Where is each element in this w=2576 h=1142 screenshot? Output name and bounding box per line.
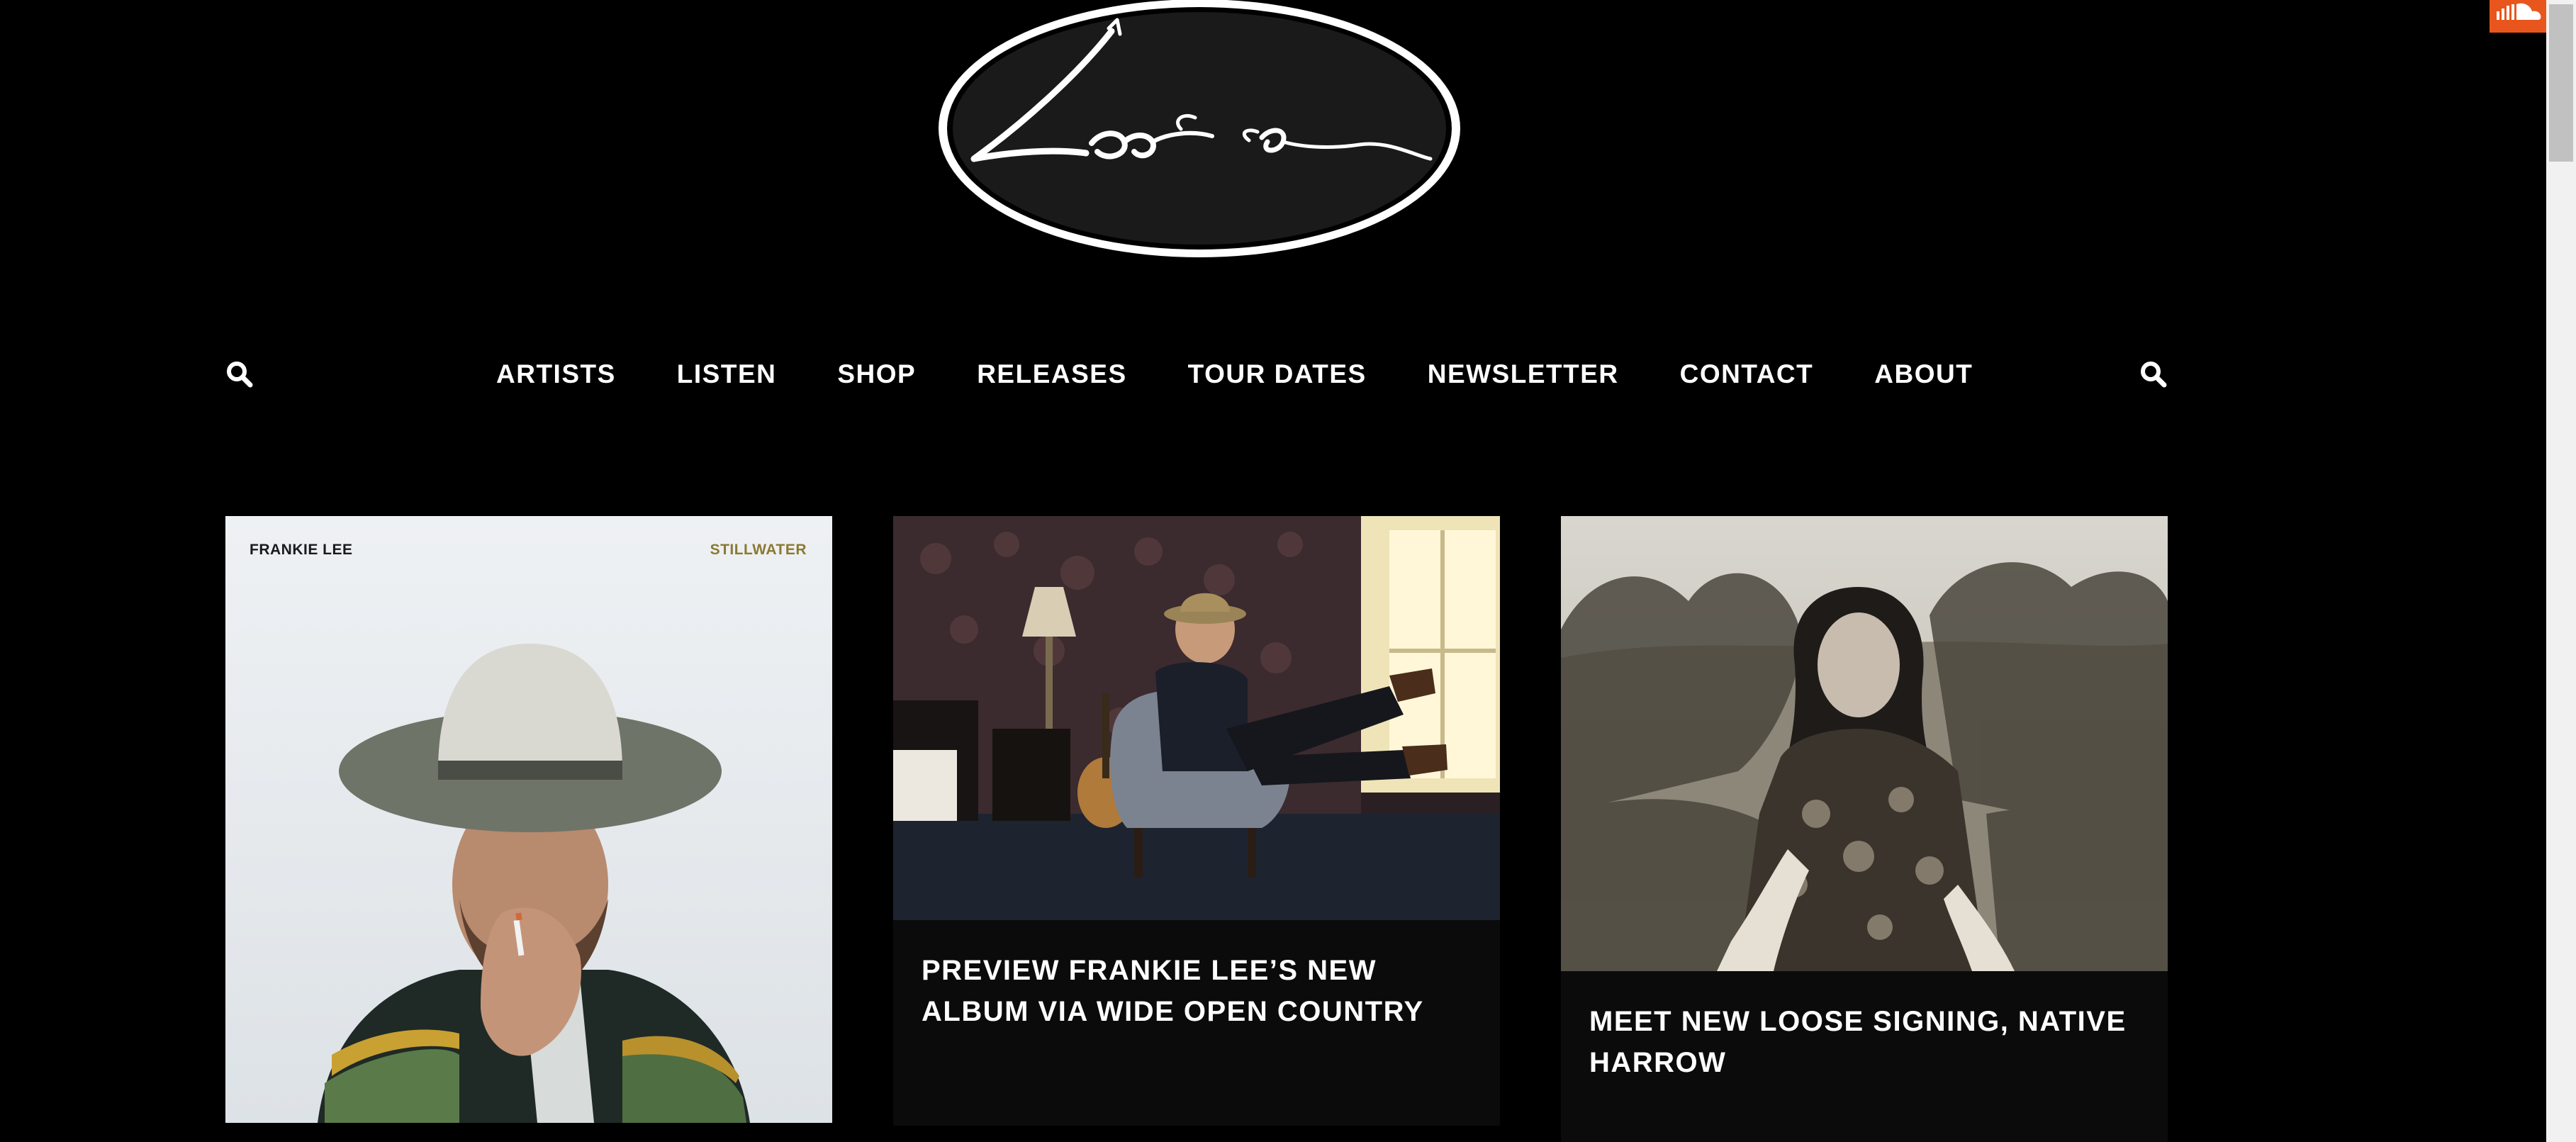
search-icon[interactable] — [225, 360, 259, 394]
nav-item-tour-dates[interactable]: TOUR DATES — [1188, 359, 1367, 389]
nav-item-artists[interactable]: ARTISTS — [496, 359, 616, 389]
cover-artist-label: FRANKIE LEE — [250, 542, 353, 558]
post-image[interactable] — [893, 516, 1500, 920]
post-title[interactable]: MEET NEW LOOSE SIGNING, NATIVE HARROW — [1589, 1001, 2128, 1083]
nav-item-listen[interactable]: LISTEN — [677, 359, 777, 389]
nav-links: ARTISTS LISTEN SHOP RELEASES TOUR DATES … — [496, 354, 1973, 394]
post-card[interactable]: MEET NEW LOOSE SIGNING, NATIVE HARROW — [1561, 516, 2168, 1142]
cover-album-label: STILLWATER — [710, 542, 807, 558]
soundcloud-button[interactable] — [2490, 0, 2546, 33]
page-scrollbar[interactable] — [2546, 0, 2576, 1142]
post-card[interactable]: PREVIEW FRANKIE LEE’S NEW ALBUM VIA WIDE… — [893, 516, 1500, 1126]
soundcloud-icon — [2497, 3, 2541, 20]
main-nav: ARTISTS LISTEN SHOP RELEASES TOUR DATES … — [0, 354, 2546, 394]
post-image[interactable] — [1561, 516, 2168, 971]
post-card[interactable]: FRANKIE LEE STILLWATER — [225, 516, 832, 1126]
site-logo[interactable] — [934, 0, 1465, 265]
nav-item-contact[interactable]: CONTACT — [1680, 359, 1814, 389]
nav-item-shop[interactable]: SHOP — [837, 359, 916, 389]
nav-item-about[interactable]: ABOUT — [1874, 359, 1973, 389]
search-icon[interactable] — [2139, 360, 2173, 394]
scrollbar-thumb[interactable] — [2549, 4, 2573, 162]
nav-item-newsletter[interactable]: NEWSLETTER — [1428, 359, 1619, 389]
loose-logo-mark — [939, 0, 1460, 257]
album-cover-image[interactable]: FRANKIE LEE STILLWATER — [225, 516, 832, 1123]
post-title[interactable]: PREVIEW FRANKIE LEE’S NEW ALBUM VIA WIDE… — [922, 950, 1460, 1032]
nav-item-releases[interactable]: RELEASES — [977, 359, 1126, 389]
